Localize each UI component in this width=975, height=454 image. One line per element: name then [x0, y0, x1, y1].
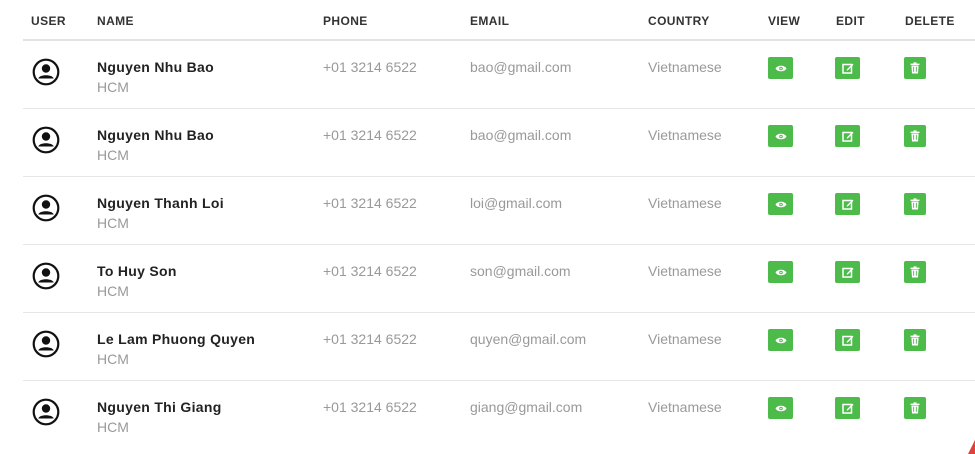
user-city: HCM: [97, 351, 129, 367]
user-circle-icon: [32, 126, 60, 154]
header-name: NAME: [97, 14, 134, 28]
table-body: Nguyen Nhu Bao HCM +01 3214 6522 bao@gmail.…: [23, 41, 975, 448]
header-edit: EDIT: [836, 14, 865, 28]
edit-button[interactable]: [835, 261, 860, 283]
edit-button[interactable]: [835, 193, 860, 215]
user-email: giang@gmail.com: [470, 399, 583, 415]
user-circle-icon: [32, 194, 60, 222]
table-row: Le Lam Phuong Quyen HCM +01 3214 6522 quyen…: [23, 313, 975, 381]
header-user: USER: [31, 14, 66, 28]
table-row: To Huy Son HCM +01 3214 6522 son@gmail.com V…: [23, 245, 975, 313]
user-city: HCM: [97, 79, 129, 95]
user-country: Vietnamese: [648, 127, 722, 143]
eye-icon: [775, 336, 787, 345]
view-button[interactable]: [768, 397, 793, 419]
corner-decoration: [968, 440, 975, 454]
users-table: USER NAME PHONE EMAIL COUNTRY VIEW EDIT …: [23, 0, 975, 448]
user-email: bao@gmail.com: [470, 127, 572, 143]
user-country: Vietnamese: [648, 331, 722, 347]
view-button[interactable]: [768, 329, 793, 351]
user-email: son@gmail.com: [470, 263, 571, 279]
table-header: USER NAME PHONE EMAIL COUNTRY VIEW EDIT …: [23, 0, 975, 41]
delete-button[interactable]: [904, 261, 926, 283]
edit-button[interactable]: [835, 57, 860, 79]
eye-icon: [775, 404, 787, 413]
user-country: Vietnamese: [648, 263, 722, 279]
user-phone: +01 3214 6522: [323, 127, 417, 143]
user-circle-icon: [32, 58, 60, 86]
header-country: COUNTRY: [648, 14, 710, 28]
eye-icon: [775, 200, 787, 209]
edit-icon: [841, 334, 854, 346]
view-button[interactable]: [768, 125, 793, 147]
trash-icon: [910, 62, 920, 74]
delete-button[interactable]: [904, 397, 926, 419]
delete-button[interactable]: [904, 125, 926, 147]
edit-icon: [841, 198, 854, 210]
user-name: Nguyen Nhu Bao: [97, 127, 214, 143]
view-button[interactable]: [768, 193, 793, 215]
user-circle-icon: [32, 330, 60, 358]
user-city: HCM: [97, 147, 129, 163]
edit-icon: [841, 130, 854, 142]
user-circle-icon: [32, 262, 60, 290]
user-name: Nguyen Nhu Bao: [97, 59, 214, 75]
user-phone: +01 3214 6522: [323, 399, 417, 415]
user-country: Vietnamese: [648, 59, 722, 75]
view-button[interactable]: [768, 57, 793, 79]
header-email: EMAIL: [470, 14, 510, 28]
user-circle-icon: [32, 398, 60, 426]
user-country: Vietnamese: [648, 195, 722, 211]
header-view: VIEW: [768, 14, 801, 28]
user-name: Nguyen Thi Giang: [97, 399, 222, 415]
user-phone: +01 3214 6522: [323, 59, 417, 75]
trash-icon: [910, 402, 920, 414]
delete-button[interactable]: [904, 57, 926, 79]
user-phone: +01 3214 6522: [323, 195, 417, 211]
table-row: Nguyen Thi Giang HCM +01 3214 6522 giang@gm…: [23, 381, 975, 448]
user-email: loi@gmail.com: [470, 195, 563, 211]
user-phone: +01 3214 6522: [323, 331, 417, 347]
delete-button[interactable]: [904, 193, 926, 215]
trash-icon: [910, 334, 920, 346]
user-country: Vietnamese: [648, 399, 722, 415]
table-row: Nguyen Nhu Bao HCM +01 3214 6522 bao@gmail.…: [23, 41, 975, 109]
user-email: quyen@gmail.com: [470, 331, 587, 347]
user-city: HCM: [97, 283, 129, 299]
trash-icon: [910, 198, 920, 210]
edit-icon: [841, 62, 854, 74]
view-button[interactable]: [768, 261, 793, 283]
edit-button[interactable]: [835, 329, 860, 351]
user-phone: +01 3214 6522: [323, 263, 417, 279]
eye-icon: [775, 64, 787, 73]
table-row: Nguyen Nhu Bao HCM +01 3214 6522 bao@gmail.…: [23, 109, 975, 177]
user-name: Le Lam Phuong Quyen: [97, 331, 256, 347]
user-email: bao@gmail.com: [470, 59, 572, 75]
eye-icon: [775, 268, 787, 277]
user-name: Nguyen Thanh Loi: [97, 195, 224, 211]
trash-icon: [910, 130, 920, 142]
header-phone: PHONE: [323, 14, 368, 28]
eye-icon: [775, 132, 787, 141]
table-row: Nguyen Thanh Loi HCM +01 3214 6522 loi@gmai…: [23, 177, 975, 245]
edit-icon: [841, 266, 854, 278]
trash-icon: [910, 266, 920, 278]
user-city: HCM: [97, 419, 129, 435]
user-name: To Huy Son: [97, 263, 177, 279]
edit-button[interactable]: [835, 397, 860, 419]
edit-button[interactable]: [835, 125, 860, 147]
delete-button[interactable]: [904, 329, 926, 351]
header-delete: DELETE: [905, 14, 955, 28]
user-city: HCM: [97, 215, 129, 231]
edit-icon: [841, 402, 854, 414]
